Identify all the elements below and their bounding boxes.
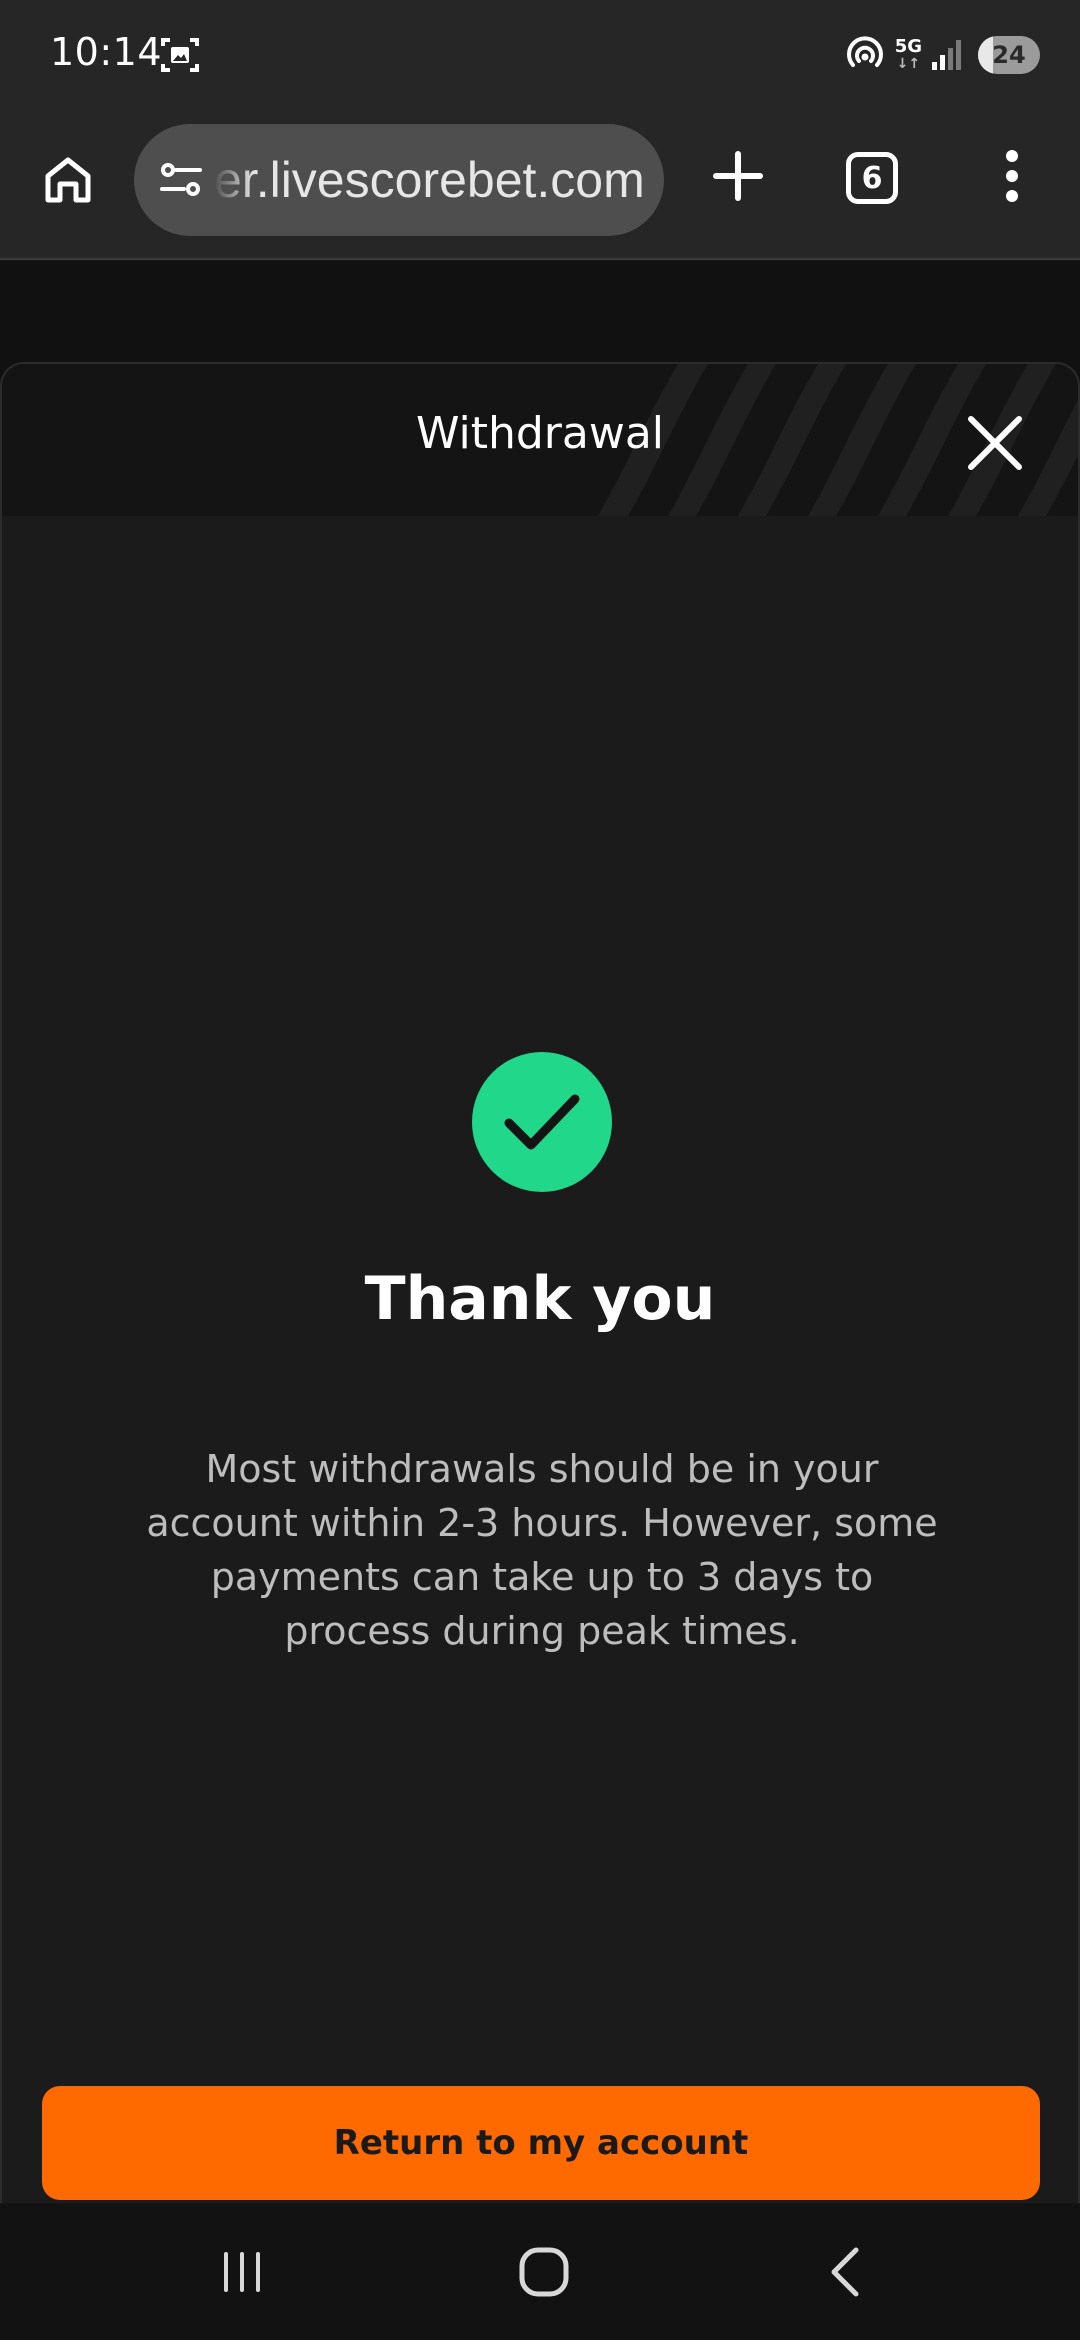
- site-settings-icon[interactable]: [156, 155, 206, 205]
- close-icon[interactable]: [966, 414, 1024, 472]
- network-indicator: 5G ↓↑: [894, 36, 922, 73]
- modal-header: Withdrawal: [2, 364, 1078, 516]
- network-type: 5G: [894, 36, 922, 57]
- modal-title: Withdrawal: [415, 408, 665, 459]
- tab-count: 6: [861, 160, 883, 196]
- url-text[interactable]: er.livescorebet.com: [214, 151, 645, 209]
- system-nav-bar: [0, 2204, 1080, 2340]
- success-badge: [472, 1052, 612, 1192]
- more-vert-icon: [1006, 150, 1018, 162]
- battery-level: 24: [992, 41, 1026, 69]
- hotspot-icon: [846, 36, 883, 67]
- back-button[interactable]: [812, 2238, 880, 2306]
- home-icon: [45, 157, 91, 203]
- confirmation-title: Thank you: [364, 1264, 716, 1334]
- browser-toolbar: er.livescorebet.com 6: [0, 112, 1080, 260]
- plus-icon: [713, 151, 763, 201]
- return-to-account-button[interactable]: Return to my account: [42, 2086, 1040, 2200]
- tabs-button[interactable]: 6: [846, 152, 898, 204]
- confirmation-message: Most withdrawals should be in your accou…: [146, 1447, 938, 1653]
- status-time: 10:14: [50, 30, 163, 74]
- home-icon: [519, 2247, 569, 2297]
- nav-home-button[interactable]: [510, 2238, 578, 2306]
- signal-icon: [932, 40, 961, 70]
- status-icons: 5G ↓↑ 24: [845, 30, 1040, 80]
- recents-icon: [224, 2252, 260, 2292]
- check-icon: [504, 1094, 580, 1150]
- browser-home-button[interactable]: [36, 148, 100, 212]
- more-options-button[interactable]: [990, 142, 1034, 210]
- status-bar: 10:14 5G ↓↑ 24: [0, 0, 1080, 112]
- screenshot-icon: [161, 38, 199, 72]
- battery-fill: [978, 36, 993, 74]
- address-bar[interactable]: er.livescorebet.com: [134, 124, 664, 236]
- recents-button[interactable]: [208, 2238, 276, 2306]
- withdrawal-modal: Withdrawal Thank you Most withdrawals sh…: [0, 362, 1080, 2203]
- back-icon: [831, 2247, 859, 2297]
- battery-icon: 24: [978, 36, 1040, 74]
- new-tab-button[interactable]: [704, 142, 772, 210]
- network-arrows: ↓↑: [896, 56, 921, 72]
